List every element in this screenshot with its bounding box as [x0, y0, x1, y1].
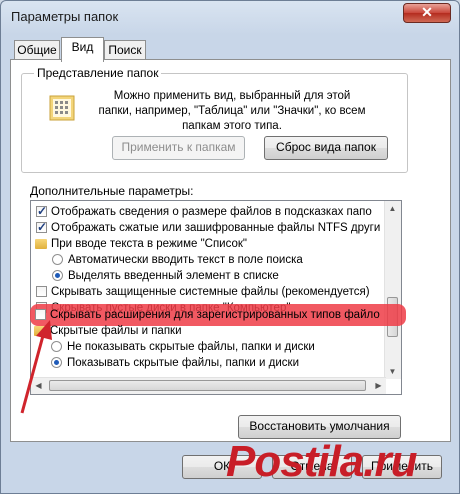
advanced-settings-label: Дополнительные параметры: — [30, 184, 194, 198]
list-item-label: Отображать сведения о размере файлов в п… — [51, 206, 372, 218]
tab-general[interactable]: Общие — [14, 40, 60, 60]
tab-search[interactable]: Поиск — [104, 40, 146, 60]
horizontal-scroll-thumb[interactable] — [49, 380, 366, 391]
radio-button[interactable] — [52, 254, 63, 265]
list-item[interactable]: Показывать скрытые файлы, папки и диски — [30, 355, 380, 371]
list-item-label: Выделять введенный элемент в списке — [68, 270, 279, 282]
folder-view-description: Можно применить вид, выбранный для этой … — [98, 90, 366, 132]
folder-view-icon — [49, 95, 75, 121]
horizontal-scrollbar[interactable]: ◀ ▶ — [31, 377, 386, 394]
checkbox[interactable] — [36, 219, 47, 235]
window-title: Параметры папок — [11, 9, 119, 24]
reset-folders-button[interactable]: Сброс вида папок — [264, 136, 388, 160]
folder-view-legend: Представление папок — [34, 66, 162, 80]
list-item-highlighted[interactable]: Скрывать расширения для зарегистрированн… — [34, 307, 406, 323]
checkbox[interactable] — [36, 286, 47, 297]
close-button[interactable]: ✕ — [403, 3, 451, 23]
scroll-down-icon[interactable]: ▼ — [385, 364, 400, 379]
tab-view[interactable]: Вид — [61, 37, 104, 62]
list-item-label: Скрытые файлы и папки — [50, 325, 182, 337]
list-item-label: Скрывать защищенные системные файлы (рек… — [51, 286, 370, 298]
list-item-label: Показывать скрытые файлы, папки и диски — [67, 357, 299, 369]
vertical-scrollbar[interactable]: ▲ ▼ — [384, 201, 401, 379]
scroll-up-icon[interactable]: ▲ — [385, 201, 400, 216]
list-item-label: Скрывать расширения для зарегистрированн… — [50, 309, 380, 321]
list-item[interactable]: Не показывать скрытые файлы, папки и дис… — [30, 339, 380, 355]
apply-to-folders-button[interactable]: Применить к папкам — [112, 136, 245, 160]
postila-watermark: Postila.ru — [226, 437, 418, 486]
radio-button[interactable] — [52, 270, 63, 281]
list-item-label: Автоматически вводить текст в поле поиск… — [68, 254, 303, 266]
list-item-label: Не показывать скрытые файлы, папки и дис… — [67, 341, 315, 353]
list-item-label: При вводе текста в режиме "Список" — [51, 238, 247, 250]
red-arrow-icon — [20, 320, 52, 414]
list-item: Скрытые файлы и папки — [30, 323, 380, 339]
folder-icon — [35, 239, 47, 249]
checkbox[interactable] — [36, 203, 47, 219]
list-item-label: Отображать сжатые или зашифрованные файл… — [51, 222, 381, 234]
scroll-right-icon[interactable]: ▶ — [371, 378, 386, 393]
